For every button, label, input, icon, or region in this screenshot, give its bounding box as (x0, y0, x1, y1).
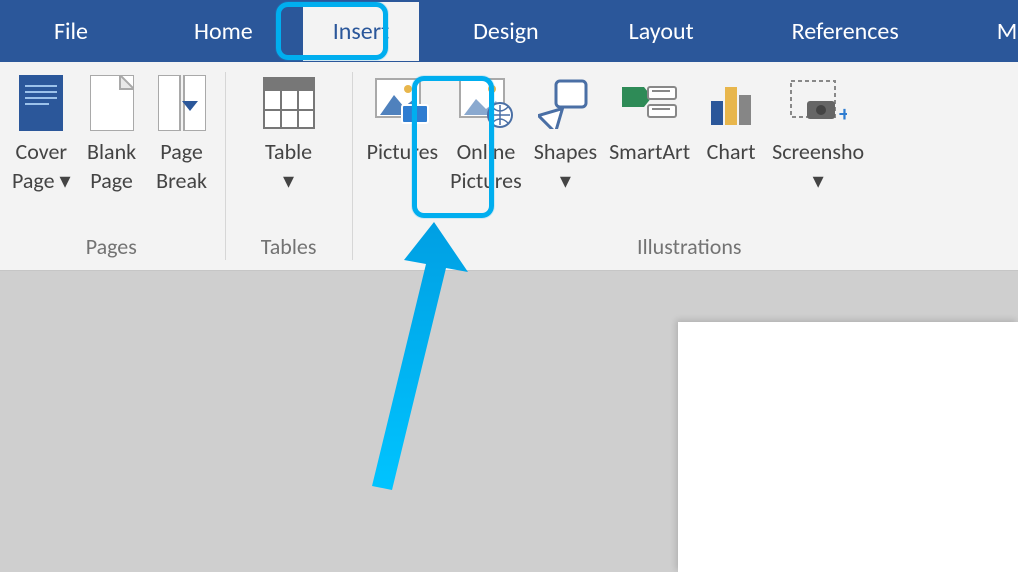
page-break-label: Page Break (156, 138, 207, 195)
group-pages: Cover Page ▾ Blank Page Page Break (0, 62, 217, 270)
ribbon-tabstrip: File Home Insert Design Layout Reference… (0, 0, 1018, 62)
tab-references[interactable]: References (762, 2, 929, 61)
chart-label: Chart (707, 138, 756, 167)
group-illustrations-label: Illustrations (361, 227, 1018, 270)
online-pictures-icon (457, 74, 515, 132)
tab-layout[interactable]: Layout (599, 2, 724, 61)
group-pages-label: Pages (6, 227, 217, 270)
blank-page-label: Blank Page (87, 138, 136, 195)
blank-page-button[interactable]: Blank Page (77, 70, 147, 195)
separator (352, 72, 353, 260)
page-break-button[interactable]: Page Break (147, 70, 217, 195)
table-label: Table ▾ (265, 138, 312, 195)
cover-page-label: Cover Page ▾ (12, 138, 71, 195)
pictures-icon (373, 74, 431, 132)
group-illustrations: Pictures Online Pictures (361, 62, 1018, 270)
table-button[interactable]: Table ▾ (254, 70, 324, 195)
screenshot-icon: + (789, 74, 847, 132)
group-tables: Table ▾ Tables (234, 62, 344, 270)
shapes-button[interactable]: Shapes ▾ (528, 70, 603, 195)
svg-text:+: + (839, 100, 847, 127)
shapes-label: Shapes ▾ (534, 138, 597, 195)
group-tables-label: Tables (234, 227, 344, 270)
separator (225, 72, 226, 260)
tab-design[interactable]: Design (443, 2, 569, 61)
document-canvas[interactable] (678, 322, 1018, 572)
screenshot-label: Screensho ▾ (772, 138, 864, 195)
ribbon: Cover Page ▾ Blank Page Page Break (0, 62, 1018, 271)
pictures-button[interactable]: Pictures (361, 70, 445, 167)
smartart-label: SmartArt (609, 138, 690, 167)
chart-icon (702, 74, 760, 132)
online-pictures-button[interactable]: Online Pictures (444, 70, 528, 195)
page-break-icon (153, 74, 211, 132)
screenshot-button[interactable]: + Screensho ▾ (766, 70, 870, 195)
online-pictures-label: Online Pictures (450, 138, 522, 195)
pictures-label: Pictures (367, 138, 439, 167)
chart-button[interactable]: Chart (696, 70, 766, 167)
shapes-icon (536, 74, 594, 132)
smartart-button[interactable]: SmartArt (603, 70, 696, 167)
cover-page-button[interactable]: Cover Page ▾ (6, 70, 77, 195)
blank-page-icon (83, 74, 141, 132)
tab-insert[interactable]: Insert (303, 2, 419, 61)
tab-mailings[interactable]: Mailings (967, 2, 1018, 61)
cover-page-icon (12, 74, 70, 132)
table-icon (260, 74, 318, 132)
smartart-icon (621, 74, 679, 132)
tab-file[interactable]: File (24, 2, 118, 61)
tab-home[interactable]: Home (164, 2, 283, 61)
